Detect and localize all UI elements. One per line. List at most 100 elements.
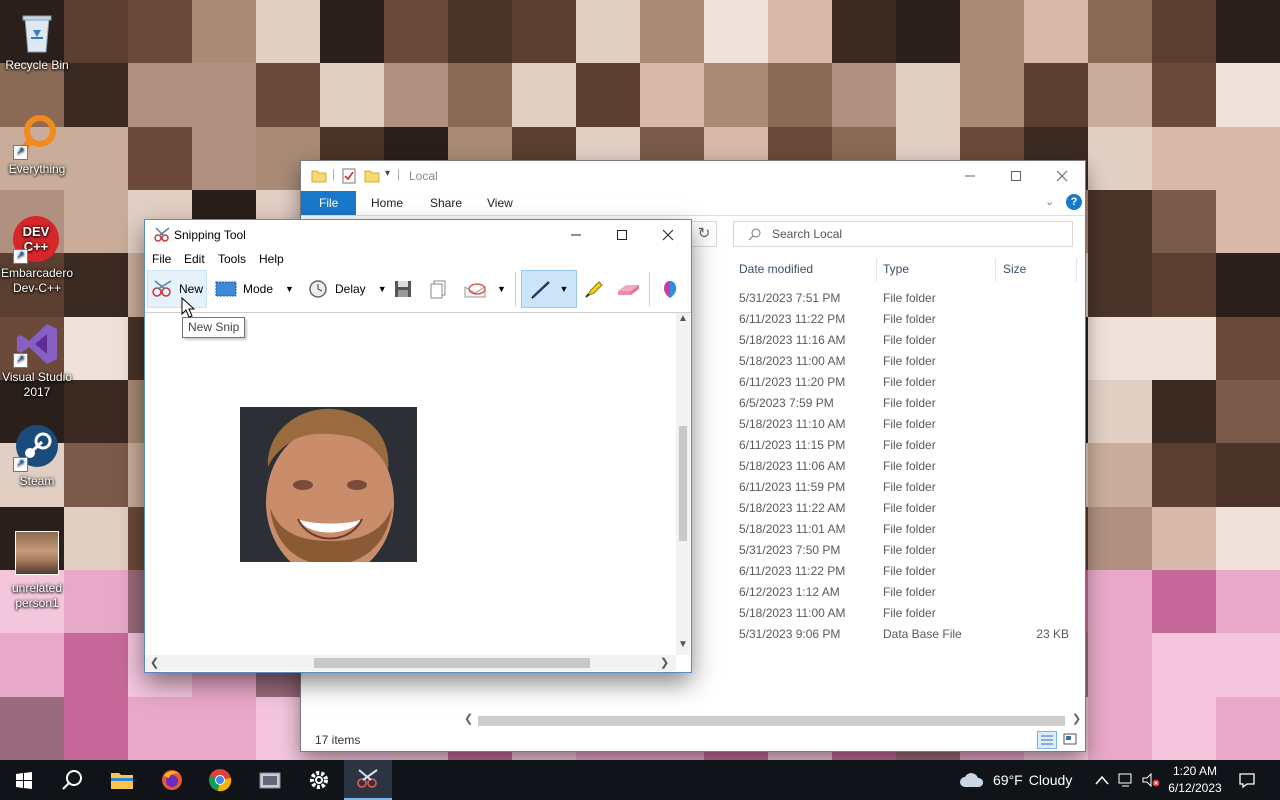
desktop-icon-everything[interactable]: ↗ Everything: [0, 112, 74, 177]
maximize-button[interactable]: [599, 220, 645, 250]
column-type[interactable]: Type: [883, 262, 909, 276]
weather-widget[interactable]: 69°F Cloudy: [958, 760, 1072, 800]
scrollbar-thumb[interactable]: [314, 658, 590, 668]
file-row[interactable]: 5/31/2023 9:06 PM Data Base File 23 KB: [731, 624, 1081, 645]
save-icon[interactable]: [393, 270, 413, 308]
file-row[interactable]: 6/11/2023 11:15 PM File folder: [731, 435, 1081, 456]
horizontal-scrollbar[interactable]: ❮ ❯: [146, 655, 676, 671]
column-size[interactable]: Size: [1003, 262, 1026, 276]
file-explorer-icon: [111, 773, 133, 789]
taskbar-settings[interactable]: [295, 760, 343, 800]
minimize-button[interactable]: [553, 220, 599, 250]
menu-help[interactable]: Help: [259, 252, 284, 266]
visual-studio-icon: ↗: [13, 320, 61, 368]
show-hidden-icons-button[interactable]: [1095, 760, 1109, 800]
file-date: 5/18/2023 11:10 AM: [739, 417, 846, 431]
delay-button[interactable]: Delay ▼: [307, 270, 387, 308]
tab-file[interactable]: File: [301, 191, 357, 215]
pen-dropdown-icon[interactable]: ▼: [560, 284, 569, 294]
ribbon-tabs: File Home Share View ⌄ ?: [301, 191, 1085, 216]
search-button[interactable]: [48, 760, 96, 800]
minimize-button[interactable]: [947, 161, 993, 191]
highlighter-icon[interactable]: [583, 270, 605, 308]
eraser-icon[interactable]: [615, 270, 641, 308]
expand-ribbon-icon[interactable]: ⌄: [1045, 195, 1054, 208]
file-row[interactable]: 5/18/2023 11:10 AM File folder: [731, 414, 1081, 435]
file-row[interactable]: 5/18/2023 11:22 AM File folder: [731, 498, 1081, 519]
file-row[interactable]: 6/11/2023 11:20 PM File folder: [731, 372, 1081, 393]
image-file-icon: [13, 531, 61, 579]
delay-dropdown-icon[interactable]: ▼: [378, 284, 387, 294]
file-type: File folder: [883, 543, 936, 557]
quick-access-dropdown-icon[interactable]: ▾: [385, 168, 390, 179]
file-row[interactable]: 5/18/2023 11:16 AM File folder: [731, 330, 1081, 351]
paint3d-icon[interactable]: [661, 270, 679, 308]
new-folder-icon[interactable]: [364, 168, 380, 184]
start-button[interactable]: [0, 760, 48, 800]
media-icon: [259, 772, 281, 789]
scrollbar-thumb[interactable]: [478, 716, 1065, 726]
file-row[interactable]: 5/18/2023 11:00 AM File folder: [731, 603, 1081, 624]
pen-tool-button[interactable]: ▼: [521, 270, 577, 308]
close-button[interactable]: [645, 220, 691, 250]
taskbar-file-explorer[interactable]: [98, 760, 146, 800]
copy-icon[interactable]: [428, 270, 448, 308]
file-row[interactable]: 5/18/2023 11:06 AM File folder: [731, 456, 1081, 477]
file-date: 6/11/2023 11:59 PM: [739, 480, 846, 494]
column-date-modified[interactable]: Date modified: [739, 262, 813, 276]
file-row[interactable]: 5/18/2023 11:01 AM File folder: [731, 519, 1081, 540]
file-type: File folder: [883, 291, 936, 305]
file-row[interactable]: 5/18/2023 11:00 AM File folder: [731, 351, 1081, 372]
clock[interactable]: 1:20 AM 6/12/2023: [1166, 763, 1224, 797]
snip-canvas[interactable]: [146, 313, 676, 655]
large-icons-view-icon[interactable]: [1061, 731, 1081, 749]
file-row[interactable]: 6/12/2023 1:12 AM File folder: [731, 582, 1081, 603]
mode-dropdown-icon[interactable]: ▼: [285, 284, 294, 294]
scroll-down-icon[interactable]: ▼: [678, 639, 688, 650]
desktop-icon-recycle-bin[interactable]: Recycle Bin: [0, 8, 74, 73]
details-view-icon[interactable]: [1037, 731, 1057, 749]
scrollbar-thumb[interactable]: [679, 426, 687, 541]
file-date: 5/18/2023 11:01 AM: [739, 522, 846, 536]
file-row[interactable]: 6/11/2023 11:22 PM File folder: [731, 309, 1081, 330]
vertical-scrollbar[interactable]: ▲ ▼: [676, 313, 690, 655]
volume-muted-icon[interactable]: [1141, 760, 1161, 800]
file-row[interactable]: 6/11/2023 11:59 PM File folder: [731, 477, 1081, 498]
help-icon[interactable]: ?: [1066, 194, 1082, 210]
tab-share[interactable]: Share: [416, 191, 476, 215]
mode-button[interactable]: Mode ▼: [215, 270, 294, 308]
file-row[interactable]: 6/5/2023 7:59 PM File folder: [731, 393, 1081, 414]
scroll-left-icon[interactable]: ❮: [464, 712, 473, 725]
notifications-icon[interactable]: [1238, 760, 1256, 800]
send-dropdown-icon[interactable]: ▼: [497, 284, 506, 294]
scroll-right-icon[interactable]: ❯: [660, 656, 669, 669]
menu-file[interactable]: File: [152, 252, 171, 266]
desktop-icon-steam[interactable]: ↗ Steam: [0, 424, 74, 489]
desktop-icon-image-file[interactable]: unrelated person1: [0, 528, 74, 611]
maximize-button[interactable]: [993, 161, 1039, 191]
file-row[interactable]: 6/11/2023 11:22 PM File folder: [731, 561, 1081, 582]
desktop-icon-visual-studio[interactable]: ↗ Visual Studio 2017: [0, 320, 74, 400]
menu-tools[interactable]: Tools: [218, 252, 246, 266]
refresh-icon[interactable]: ↻: [691, 221, 717, 247]
taskbar-chrome[interactable]: [196, 760, 244, 800]
file-row[interactable]: 5/31/2023 7:51 PM File folder: [731, 288, 1081, 309]
horizontal-scrollbar[interactable]: ❮ ❯: [462, 712, 1082, 729]
properties-icon[interactable]: [341, 168, 357, 184]
taskbar-firefox[interactable]: [148, 760, 196, 800]
taskbar-snipping-tool[interactable]: [344, 760, 392, 800]
tab-view[interactable]: View: [473, 191, 527, 215]
send-snip-icon[interactable]: ▼: [463, 270, 506, 308]
menu-edit[interactable]: Edit: [184, 252, 205, 266]
file-row[interactable]: 5/31/2023 7:50 PM File folder: [731, 540, 1081, 561]
scroll-up-icon[interactable]: ▲: [678, 313, 688, 324]
desktop-icon-devcpp[interactable]: DEV C++ ↗ Embarcadero Dev-C++: [0, 216, 74, 296]
scroll-right-icon[interactable]: ❯: [1072, 712, 1081, 725]
search-input[interactable]: Search Local: [733, 221, 1073, 247]
close-button[interactable]: [1039, 161, 1085, 191]
tab-home[interactable]: Home: [357, 191, 417, 215]
taskbar-media-app[interactable]: [246, 760, 294, 800]
scroll-left-icon[interactable]: ❮: [150, 656, 159, 669]
network-icon[interactable]: [1117, 760, 1135, 800]
new-snip-button[interactable]: New: [147, 270, 207, 308]
